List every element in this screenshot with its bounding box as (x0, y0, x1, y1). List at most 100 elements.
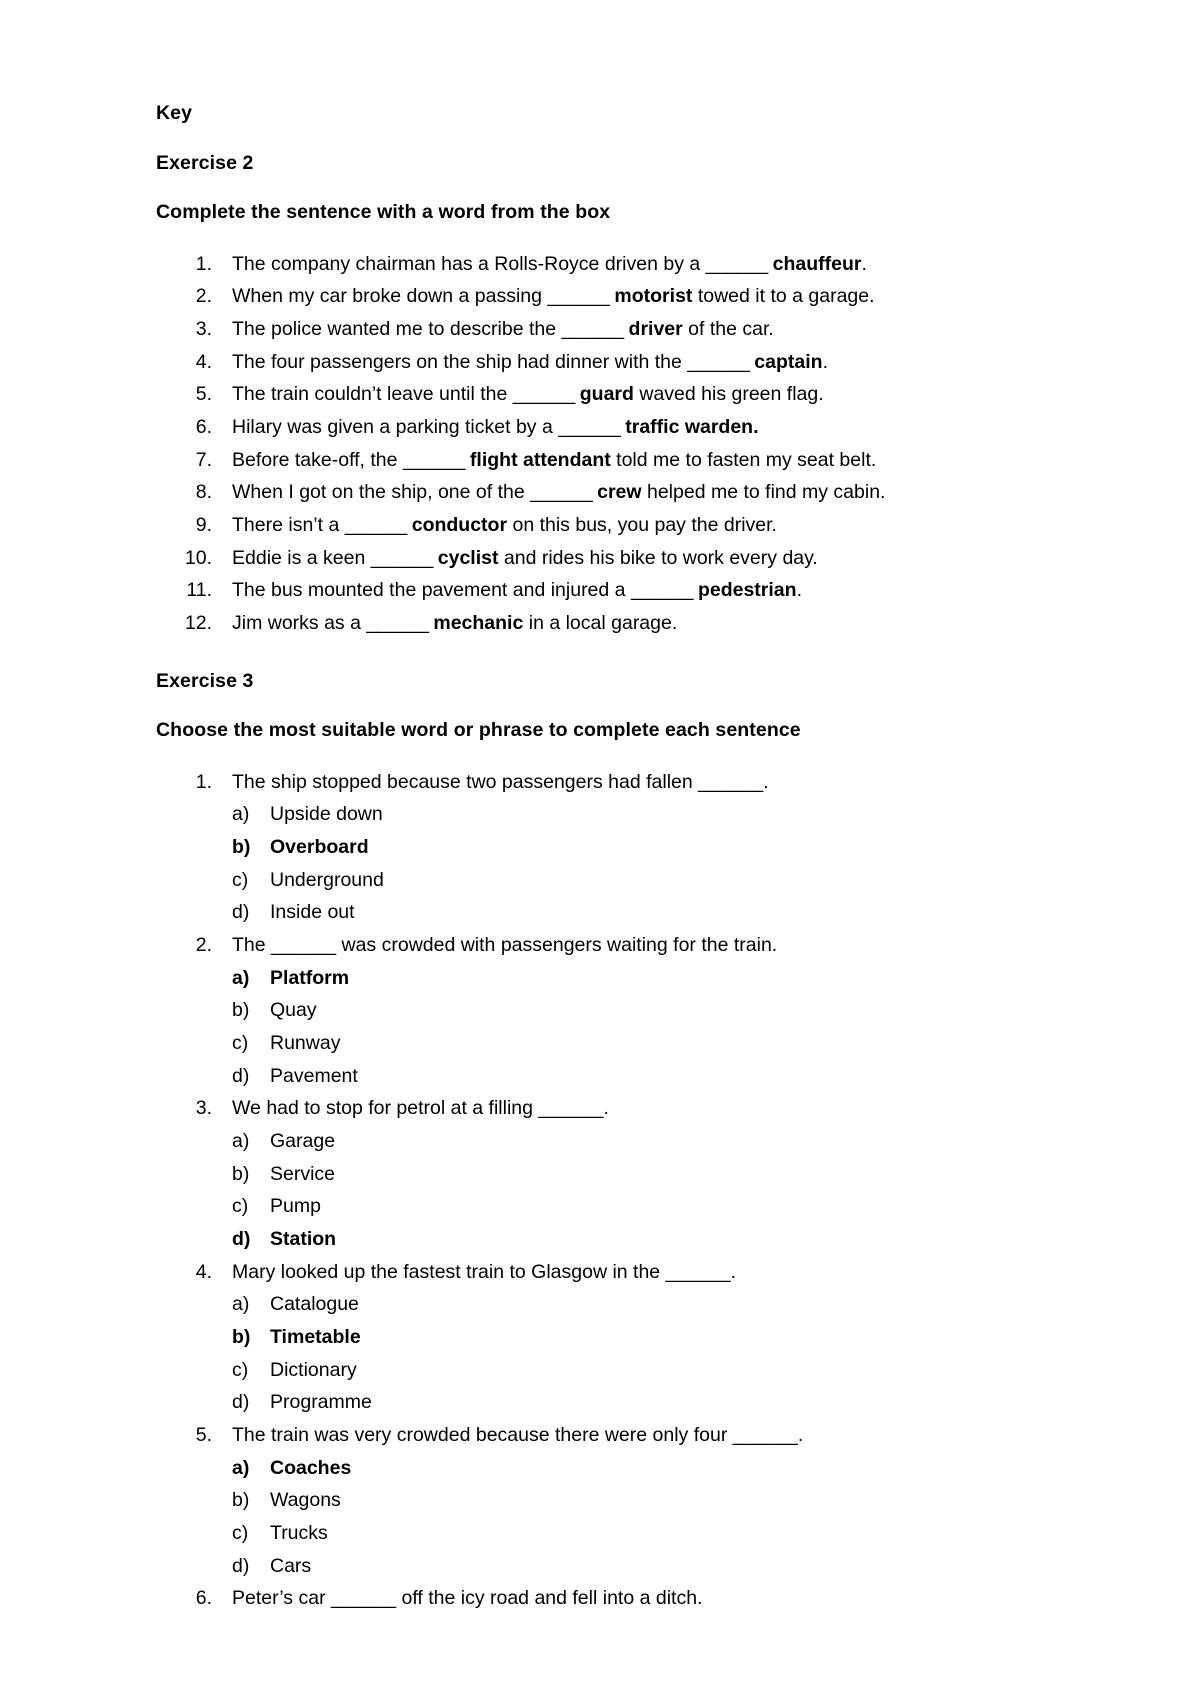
sentence-suffix: on this bus, you pay the driver. (507, 513, 777, 536)
sentence-suffix: . (796, 579, 802, 602)
option-label: Programme (270, 1391, 372, 1414)
sentence-text: Hilary was given a parking ticket by a _… (232, 416, 759, 438)
sentence-text: Before take-off, the ______ flight atten… (232, 449, 876, 471)
option-item[interactable]: a) Upside down (232, 802, 1050, 826)
option-item[interactable]: c) Underground (232, 868, 1050, 892)
exercise-2-item: 7. Before take-off, the ______ flight att… (156, 448, 1050, 472)
option-label: Upside down (270, 803, 383, 826)
sentence-prefix: Before take-off, the (232, 448, 403, 471)
option-item[interactable]: c) Dictionary (232, 1358, 1050, 1382)
option-item[interactable]: b) Wagons (232, 1488, 1050, 1512)
sentence-text: The train couldn’t leave until the _____… (232, 383, 824, 405)
option-label: Coaches (270, 1456, 352, 1479)
answer-word: cyclist (437, 546, 499, 569)
answer-blank: ______ (558, 415, 626, 438)
exercise-2-list: 1. The company chairman has a Rolls-Royce… (156, 252, 1050, 636)
exercise-3-question: 6. Peter’s car ______ off the icy road an… (156, 1586, 1050, 1610)
question-number: 6. (195, 1587, 212, 1610)
option-item[interactable]: d) Cars (232, 1554, 1050, 1578)
option-marker: c) (232, 1031, 249, 1054)
option-item[interactable]: c) Runway (232, 1031, 1050, 1055)
exercise-3-instruction: Choose the most suitable word or phrase … (156, 719, 801, 742)
sentence-suffix: towed it to a garage. (692, 285, 875, 308)
answer-word: guard (579, 383, 634, 406)
option-marker: d) (232, 1391, 250, 1414)
list-number: 1. (195, 252, 212, 275)
exercise-3-list: 1. The ship stopped because two passenger… (156, 770, 1050, 1611)
exercise-2-item: 11. The bus mounted the pavement and inju… (156, 578, 1050, 602)
exercise-2-item: 1. The company chairman has a Rolls-Royce… (156, 252, 1050, 276)
option-item[interactable]: b) Timetable (232, 1325, 1050, 1349)
option-item[interactable]: a) Coaches (232, 1456, 1050, 1480)
exercise-3-question: 5. The train was very crowded because the… (156, 1423, 1050, 1578)
option-marker: d) (232, 1064, 250, 1087)
list-number: 11. (186, 579, 212, 602)
option-item[interactable]: b) Service (232, 1162, 1050, 1186)
answer-word: flight attendant (469, 448, 611, 471)
sentence-suffix: helped me to find my cabin. (641, 481, 886, 504)
option-item[interactable]: b) Overboard (232, 835, 1050, 859)
exercise-3-question: 3. We had to stop for petrol at a filling… (156, 1096, 1050, 1251)
document-page: Key Exercise 2 Complete the sentence wit… (0, 0, 1200, 1697)
option-list: a) Upside down b) Overboard c) Underground d) I… (232, 802, 1050, 924)
option-label: Runway (270, 1031, 341, 1054)
sentence-text: The bus mounted the pavement and injured… (232, 579, 802, 601)
option-item[interactable]: a) Catalogue (232, 1292, 1050, 1316)
option-marker: c) (232, 1358, 249, 1381)
question-text: We had to stop for petrol at a filling _… (232, 1097, 609, 1120)
option-item[interactable]: d) Pavement (232, 1064, 1050, 1088)
option-label: Underground (270, 868, 384, 891)
exercise-2-item: 2. When my car broke down a passing _____… (156, 284, 1050, 308)
answer-word: traffic warden. (625, 415, 759, 438)
sentence-suffix: . (861, 252, 867, 275)
list-number: 4. (195, 350, 212, 373)
list-number: 7. (195, 448, 212, 471)
sentence-suffix: told me to fasten my seat belt. (610, 448, 877, 471)
sentence-suffix: of the car. (682, 317, 774, 340)
question-text: The train was very crowded because there… (232, 1424, 804, 1446)
option-marker: b) (232, 1325, 251, 1348)
sentence-text: The four passengers on the ship had dinn… (232, 351, 828, 373)
question-text: The ______ was crowded with passengers w… (232, 933, 778, 956)
sentence-prefix: There isn’t a (232, 513, 345, 536)
option-list: a) Catalogue b) Timetable c) Dictionary d) Prog… (232, 1292, 1050, 1414)
option-item[interactable]: a) Platform (232, 966, 1050, 990)
exercise-2-item: 8. When I got on the ship, one of the ___… (156, 480, 1050, 504)
answer-blank: ______ (370, 546, 438, 569)
answer-word: mechanic (433, 611, 524, 634)
answer-blank: ______ (687, 350, 755, 373)
option-label: Dictionary (270, 1358, 357, 1381)
option-item[interactable]: c) Pump (232, 1194, 1050, 1218)
answer-blank: ______ (630, 579, 698, 602)
question-text: The ship stopped because two passengers … (232, 770, 769, 793)
exercise-3-question: 4. Mary looked up the fastest train to Gl… (156, 1260, 1050, 1415)
option-marker: c) (232, 868, 249, 891)
option-item[interactable]: d) Programme (232, 1390, 1050, 1414)
sentence-text: Jim works as a ______ mechanic in a loca… (232, 612, 677, 634)
option-label: Cars (270, 1554, 312, 1577)
list-number: 10. (184, 546, 212, 569)
option-item[interactable]: d) Station (232, 1227, 1050, 1251)
option-label: Catalogue (270, 1293, 359, 1316)
list-number: 12. (184, 611, 212, 634)
document-body: Key Exercise 2 Complete the sentence wit… (156, 103, 1050, 1611)
sentence-suffix: in a local garage. (523, 611, 678, 634)
exercise-2-item: 10. Eddie is a keen ______ cyclist and ri… (156, 546, 1050, 570)
sentence-text: When I got on the ship, one of the _____… (232, 481, 885, 503)
sentence-suffix: waved his green flag. (633, 383, 824, 406)
exercise-2-item: 3. The police wanted me to describe the _… (156, 317, 1050, 341)
answer-blank: ______ (402, 448, 470, 471)
option-marker: a) (232, 1456, 250, 1479)
option-label: Service (270, 1162, 336, 1185)
option-item[interactable]: a) Garage (232, 1129, 1050, 1153)
option-item[interactable]: c) Trucks (232, 1521, 1050, 1545)
option-item[interactable]: b) Quay (232, 998, 1050, 1022)
sentence-text: Eddie is a keen ______ cyclist and rides… (232, 547, 818, 569)
option-label: Pavement (270, 1064, 358, 1087)
sentence-prefix: Jim works as a (232, 611, 367, 634)
option-marker: b) (232, 1489, 250, 1512)
option-marker: d) (232, 901, 250, 924)
list-number: 6. (195, 415, 212, 438)
option-item[interactable]: d) Inside out (232, 900, 1050, 924)
